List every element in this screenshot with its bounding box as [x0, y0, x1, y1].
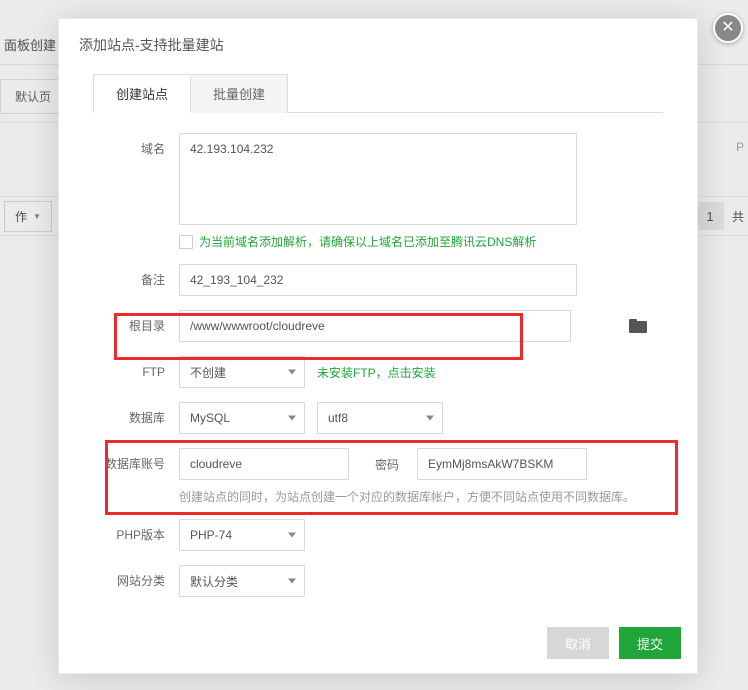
cancel-button[interactable]: 取消: [547, 627, 609, 659]
label-db-account: 数据库账号: [93, 448, 179, 480]
remark-input[interactable]: [179, 264, 577, 296]
label-category: 网站分类: [93, 565, 179, 597]
modal-footer: 取消 提交: [59, 615, 697, 673]
tab-create-batch[interactable]: 批量创建: [191, 74, 288, 113]
row-remark: 备注: [93, 264, 663, 296]
domain-textarea[interactable]: [179, 133, 577, 225]
ftp-select-value: 不创建: [190, 364, 226, 381]
php-select[interactable]: PHP-74: [179, 519, 305, 551]
folder-icon[interactable]: [629, 319, 647, 333]
submit-button[interactable]: 提交: [619, 627, 681, 659]
tabs: 创建站点 批量创建: [93, 73, 663, 113]
form: 域名 为当前域名添加解析，请确保以上域名已添加至腾讯云DNS解析 备注: [93, 113, 663, 597]
add-site-modal: ✕ 添加站点-支持批量建站 创建站点 批量创建 域名 为当前域名添加解析，请确保…: [58, 18, 698, 674]
chevron-down-icon: [288, 533, 296, 538]
db-engine-value: MySQL: [190, 411, 230, 425]
close-button[interactable]: ✕: [713, 13, 743, 43]
label-database: 数据库: [93, 402, 179, 434]
db-pass-input[interactable]: [417, 448, 587, 480]
label-domain: 域名: [93, 133, 179, 165]
db-charset-select[interactable]: utf8: [317, 402, 443, 434]
row-db-account: 数据库账号 密码 创建站点的同时，为站点创建一个对应的数据库帐户，方便不同站点使…: [93, 448, 663, 505]
row-database: 数据库 MySQL utf8: [93, 402, 663, 434]
db-charset-value: utf8: [328, 411, 348, 425]
row-ftp: FTP 不创建 未安装FTP，点击安装: [93, 356, 663, 388]
close-icon: ✕: [721, 20, 734, 36]
modal-body: 创建站点 批量创建 域名 为当前域名添加解析，请确保以上域名已添加至腾讯云DNS…: [59, 55, 697, 615]
row-domain: 域名 为当前域名添加解析，请确保以上域名已添加至腾讯云DNS解析: [93, 133, 663, 250]
dns-checkbox-label: 为当前域名添加解析，请确保以上域名已添加至腾讯云DNS解析: [199, 233, 536, 250]
category-select-value: 默认分类: [190, 573, 238, 590]
dns-checkbox[interactable]: 为当前域名添加解析，请确保以上域名已添加至腾讯云DNS解析: [179, 233, 663, 250]
chevron-down-icon: [288, 416, 296, 421]
php-select-value: PHP-74: [190, 528, 232, 542]
db-account-hint: 创建站点的同时，为站点创建一个对应的数据库帐户，方便不同站点使用不同数据库。: [179, 488, 663, 505]
db-engine-select[interactable]: MySQL: [179, 402, 305, 434]
ftp-hint[interactable]: 未安装FTP，点击安装: [317, 364, 436, 381]
tab-create-single[interactable]: 创建站点: [93, 74, 191, 113]
row-php: PHP版本 PHP-74: [93, 519, 663, 551]
label-remark: 备注: [93, 264, 179, 296]
row-category: 网站分类 默认分类: [93, 565, 663, 597]
label-ftp: FTP: [93, 356, 179, 388]
db-user-input[interactable]: [179, 448, 349, 480]
chevron-down-icon: [426, 416, 434, 421]
label-php: PHP版本: [93, 519, 179, 551]
label-root: 根目录: [93, 310, 179, 342]
ftp-select[interactable]: 不创建: [179, 356, 305, 388]
checkbox-box-icon: [179, 235, 193, 249]
category-select[interactable]: 默认分类: [179, 565, 305, 597]
label-password: 密码: [375, 456, 399, 473]
root-input[interactable]: [179, 310, 571, 342]
chevron-down-icon: [288, 579, 296, 584]
row-root: 根目录: [93, 310, 663, 342]
chevron-down-icon: [288, 370, 296, 375]
modal-title: 添加站点-支持批量建站: [59, 19, 697, 55]
